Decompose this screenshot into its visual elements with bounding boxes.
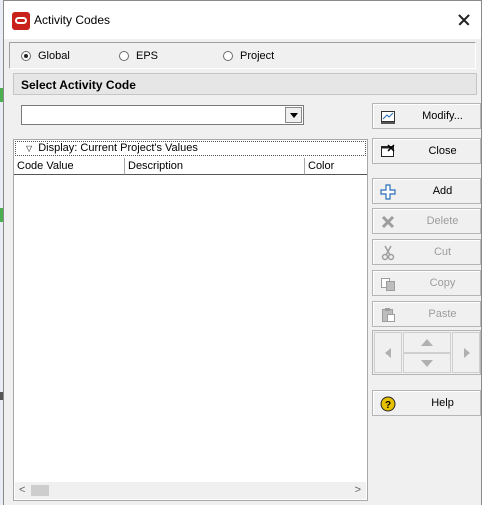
chevron-down-icon[interactable] [285, 107, 302, 123]
chevron-down-icon: ▽ [26, 144, 33, 153]
modify-button[interactable]: Modify... [372, 103, 481, 129]
radio-dot-icon [223, 51, 233, 61]
radio-eps[interactable]: EPS [119, 50, 158, 62]
arrow-right-icon [464, 348, 470, 358]
delete-icon [380, 214, 396, 230]
horizontal-scrollbar[interactable]: < > [15, 482, 366, 499]
radio-project-label: Project [240, 50, 275, 62]
cut-label: Cut [433, 246, 452, 258]
close-dialog-icon [380, 144, 396, 160]
modify-label: Modify... [422, 110, 463, 122]
scope-radio-group: Global EPS Project [9, 42, 476, 69]
radio-project[interactable]: Project [223, 50, 274, 62]
help-button[interactable]: ? Help [372, 390, 481, 416]
radio-dot-icon [21, 51, 31, 61]
delete-label: Delete [426, 215, 459, 227]
section-header: Select Activity Code [13, 73, 477, 95]
display-label: Display: Current Project's Values [38, 142, 198, 154]
move-right-button[interactable] [452, 332, 480, 373]
window-title: Activity Codes [34, 13, 111, 27]
activity-code-values-grid[interactable]: ▽ Display: Current Project's Values Code… [13, 139, 368, 501]
move-down-button[interactable] [403, 353, 451, 373]
modify-icon [380, 109, 396, 125]
activity-code-select[interactable] [21, 105, 304, 125]
move-left-button[interactable] [374, 332, 402, 373]
add-label: Add [432, 185, 453, 197]
cut-button[interactable]: Cut [372, 239, 481, 265]
paste-label: Paste [428, 308, 457, 320]
delete-button[interactable]: Delete [372, 208, 481, 234]
scroll-right-icon[interactable]: > [355, 484, 361, 496]
title-bar: Activity Codes [4, 1, 481, 39]
column-header-code-value[interactable]: Code Value [14, 158, 125, 175]
column-header-color[interactable]: Color [305, 158, 367, 175]
paste-button[interactable]: Paste [372, 301, 481, 327]
scissors-icon [380, 245, 396, 261]
add-icon [380, 184, 396, 200]
close-window-icon[interactable] [453, 9, 475, 31]
arrow-left-icon [385, 348, 391, 358]
radio-eps-label: EPS [136, 50, 159, 62]
copy-icon [380, 276, 396, 292]
close-label: Close [428, 145, 457, 157]
radio-dot-icon [119, 51, 129, 61]
help-icon: ? [380, 396, 396, 412]
clipboard-icon [380, 307, 396, 323]
close-button[interactable]: Close [372, 138, 481, 164]
svg-text:?: ? [385, 400, 391, 411]
copy-button[interactable]: Copy [372, 270, 481, 296]
arrow-up-icon [421, 339, 433, 346]
oracle-app-icon [12, 12, 30, 30]
display-options-bar[interactable]: ▽ Display: Current Project's Values [15, 141, 366, 156]
add-button[interactable]: Add [372, 178, 481, 204]
copy-label: Copy [429, 277, 456, 289]
move-arrows-group [372, 330, 481, 375]
arrow-down-icon [421, 360, 433, 367]
move-up-button[interactable] [403, 332, 451, 353]
radio-global[interactable]: Global [21, 50, 70, 62]
activity-codes-dialog: Activity Codes Global EPS Project Select… [3, 0, 482, 505]
scroll-left-icon[interactable]: < [19, 484, 25, 496]
help-label: Help [431, 397, 454, 409]
column-header-description[interactable]: Description [125, 158, 305, 175]
radio-global-label: Global [38, 50, 70, 62]
scrollbar-thumb[interactable] [31, 485, 49, 496]
